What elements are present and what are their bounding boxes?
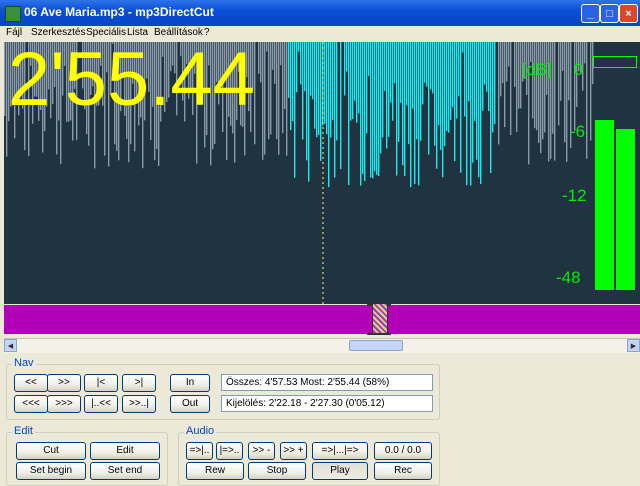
- nav-group-label: Nav: [12, 357, 36, 369]
- app-icon: [5, 6, 21, 22]
- nav-selection-end-button[interactable]: >>..|: [122, 395, 156, 413]
- nav-back-button[interactable]: <<: [14, 374, 48, 392]
- scroll-thumb[interactable]: [349, 340, 403, 351]
- title-bar: 06 Ave Maria.mp3 - mp3DirectCut _ □ ×: [0, 0, 640, 26]
- audio-jump-begin-button[interactable]: =>|..: [186, 442, 213, 460]
- play-button[interactable]: Play: [312, 462, 368, 480]
- db-tick-6: -6: [570, 122, 585, 142]
- edit-button[interactable]: Edit: [90, 442, 160, 460]
- window-title: 06 Ave Maria.mp3 - mp3DirectCut: [24, 5, 214, 19]
- level-meter-right: [616, 129, 635, 290]
- rewind-button[interactable]: Rew: [186, 462, 244, 480]
- maximize-button[interactable]: □: [600, 4, 619, 23]
- time-readout: 2'55.44: [8, 42, 255, 118]
- out-button[interactable]: Out: [170, 395, 210, 413]
- close-button[interactable]: ×: [619, 4, 638, 23]
- meter-peak-frame: [593, 56, 637, 68]
- position-marker[interactable]: [372, 304, 388, 335]
- audio-play-selection-button[interactable]: =>|...|=>: [312, 442, 368, 460]
- db-unit-label: [dB]: [522, 60, 552, 80]
- set-end-button[interactable]: Set end: [90, 462, 160, 480]
- timeline-bar[interactable]: [4, 305, 640, 334]
- scroll-right-icon[interactable]: ▶: [627, 339, 640, 352]
- audio-group-label: Audio: [184, 425, 216, 437]
- edit-group-label: Edit: [12, 425, 35, 437]
- scroll-left-icon[interactable]: ◀: [4, 339, 17, 352]
- nav-selection-start-button[interactable]: |..<<: [84, 395, 118, 413]
- audio-speed-down-button[interactable]: >> -: [248, 442, 275, 460]
- nav-back-far-button[interactable]: <<<: [14, 395, 48, 413]
- nav-start-button[interactable]: |<: [84, 374, 118, 392]
- total-position-info: Összes: 4'57.53 Most: 2'55.44 (58%): [221, 374, 433, 391]
- db-tick-48: -48: [556, 268, 581, 288]
- nav-forward-button[interactable]: >>: [47, 374, 81, 392]
- cut-button[interactable]: Cut: [16, 442, 86, 460]
- position-marker-bottom: [367, 333, 391, 335]
- stop-button[interactable]: Stop: [248, 462, 306, 480]
- db-tick-12: -12: [562, 186, 587, 206]
- selection-info: Kijelölés: 2'22.18 - 2'27.30 (0'05.12): [221, 395, 433, 412]
- set-begin-button[interactable]: Set begin: [16, 462, 86, 480]
- minimize-button[interactable]: _: [581, 4, 600, 23]
- db-tick-0: 0: [574, 60, 583, 80]
- audio-jump-end-button[interactable]: |=>..: [216, 442, 243, 460]
- audio-speed-up-button[interactable]: >> +: [280, 442, 307, 460]
- in-button[interactable]: In: [170, 374, 210, 392]
- record-button[interactable]: Rec: [374, 462, 432, 480]
- nav-end-button[interactable]: >|: [122, 374, 156, 392]
- nav-forward-far-button[interactable]: >>>: [47, 395, 81, 413]
- horizontal-scrollbar[interactable]: ◀ ▶: [4, 338, 640, 353]
- level-meter-left: [595, 120, 614, 290]
- audio-level-readout-button[interactable]: 0.0 / 0.0: [374, 442, 432, 460]
